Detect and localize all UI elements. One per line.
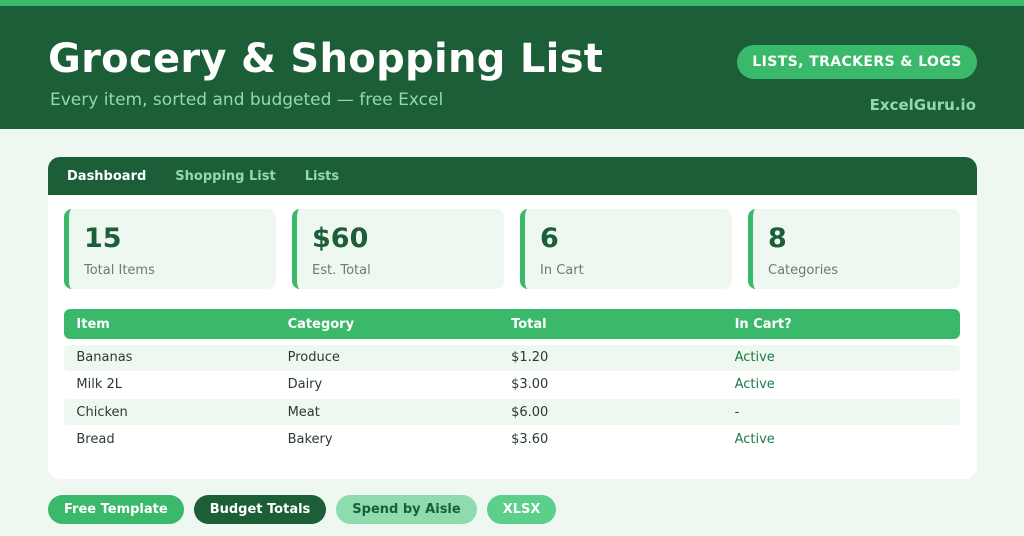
cell-category: Bakery bbox=[287, 432, 333, 448]
column-header-item[interactable]: Item bbox=[64, 317, 288, 332]
stat-label: In Cart bbox=[540, 263, 584, 278]
pill-free-template[interactable]: Free Template bbox=[48, 495, 184, 524]
items-table: Item Category Total In Cart? Bananas Pro… bbox=[64, 309, 960, 453]
pill-budget-totals[interactable]: Budget Totals bbox=[193, 495, 327, 524]
stat-value: 15 bbox=[84, 223, 122, 254]
cell-in-cart-status: Active bbox=[734, 432, 775, 448]
column-header-in-cart[interactable]: In Cart? bbox=[735, 317, 960, 332]
spreadsheet-preview-card: Dashboard Shopping List Lists 15 Total I… bbox=[48, 157, 977, 479]
tab-lists[interactable]: Lists bbox=[305, 169, 339, 184]
stat-card-est-total: $60 Est. Total bbox=[292, 209, 504, 289]
cell-in-cart-status: - bbox=[734, 404, 740, 420]
pill-xlsx[interactable]: XLSX bbox=[486, 495, 557, 524]
stat-value: $60 bbox=[312, 223, 369, 254]
cell-item: Chicken bbox=[76, 404, 128, 420]
cell-in-cart-status: Active bbox=[734, 377, 775, 393]
cell-category: Meat bbox=[287, 404, 320, 420]
tag-pill-row: Free Template Budget Totals Spend by Ais… bbox=[48, 495, 557, 524]
table-row[interactable]: Chicken Meat $6.00 - bbox=[64, 399, 960, 426]
table-row[interactable]: Bread Bakery $3.60 Active bbox=[64, 427, 960, 453]
column-header-category[interactable]: Category bbox=[288, 317, 512, 332]
cell-total: $3.60 bbox=[511, 432, 549, 448]
page-title: Grocery & Shopping List bbox=[48, 36, 604, 82]
stat-card-total-items: 15 Total Items bbox=[64, 209, 276, 289]
stat-value: 8 bbox=[768, 223, 787, 254]
cell-category: Produce bbox=[287, 350, 340, 365]
pill-spend-by-aisle[interactable]: Spend by Aisle bbox=[336, 495, 477, 524]
table-row[interactable]: Milk 2L Dairy $3.00 Active bbox=[64, 372, 960, 398]
stat-label: Est. Total bbox=[312, 263, 371, 278]
cell-in-cart-status: Active bbox=[734, 350, 775, 365]
cell-item: Bread bbox=[76, 432, 115, 448]
cell-total: $1.20 bbox=[511, 350, 549, 365]
brand-name: ExcelGuru.io bbox=[869, 96, 976, 114]
stat-card-categories: 8 Categories bbox=[748, 209, 960, 289]
cell-category: Dairy bbox=[287, 377, 323, 393]
stat-label: Total Items bbox=[84, 263, 155, 278]
tab-dashboard[interactable]: Dashboard bbox=[67, 169, 146, 184]
stats-row: 15 Total Items $60 Est. Total 6 In Cart … bbox=[64, 209, 960, 289]
stat-card-in-cart: 6 In Cart bbox=[520, 209, 732, 289]
table-header: Item Category Total In Cart? bbox=[64, 309, 960, 339]
stat-label: Categories bbox=[768, 263, 839, 278]
column-header-total[interactable]: Total bbox=[511, 317, 735, 332]
page-header: Grocery & Shopping List Every item, sort… bbox=[0, 6, 1024, 129]
page-subtitle: Every item, sorted and budgeted — free E… bbox=[50, 90, 444, 110]
tab-shopping-list[interactable]: Shopping List bbox=[175, 169, 275, 184]
stat-value: 6 bbox=[540, 223, 559, 254]
cell-item: Bananas bbox=[76, 350, 133, 365]
category-badge[interactable]: LISTS, TRACKERS & LOGS bbox=[737, 45, 977, 79]
table-row[interactable]: Bananas Produce $1.20 Active bbox=[64, 344, 960, 371]
sheet-tab-bar: Dashboard Shopping List Lists bbox=[48, 157, 977, 195]
cell-total: $3.00 bbox=[511, 377, 549, 393]
cell-total: $6.00 bbox=[511, 404, 549, 420]
cell-item: Milk 2L bbox=[76, 377, 123, 393]
